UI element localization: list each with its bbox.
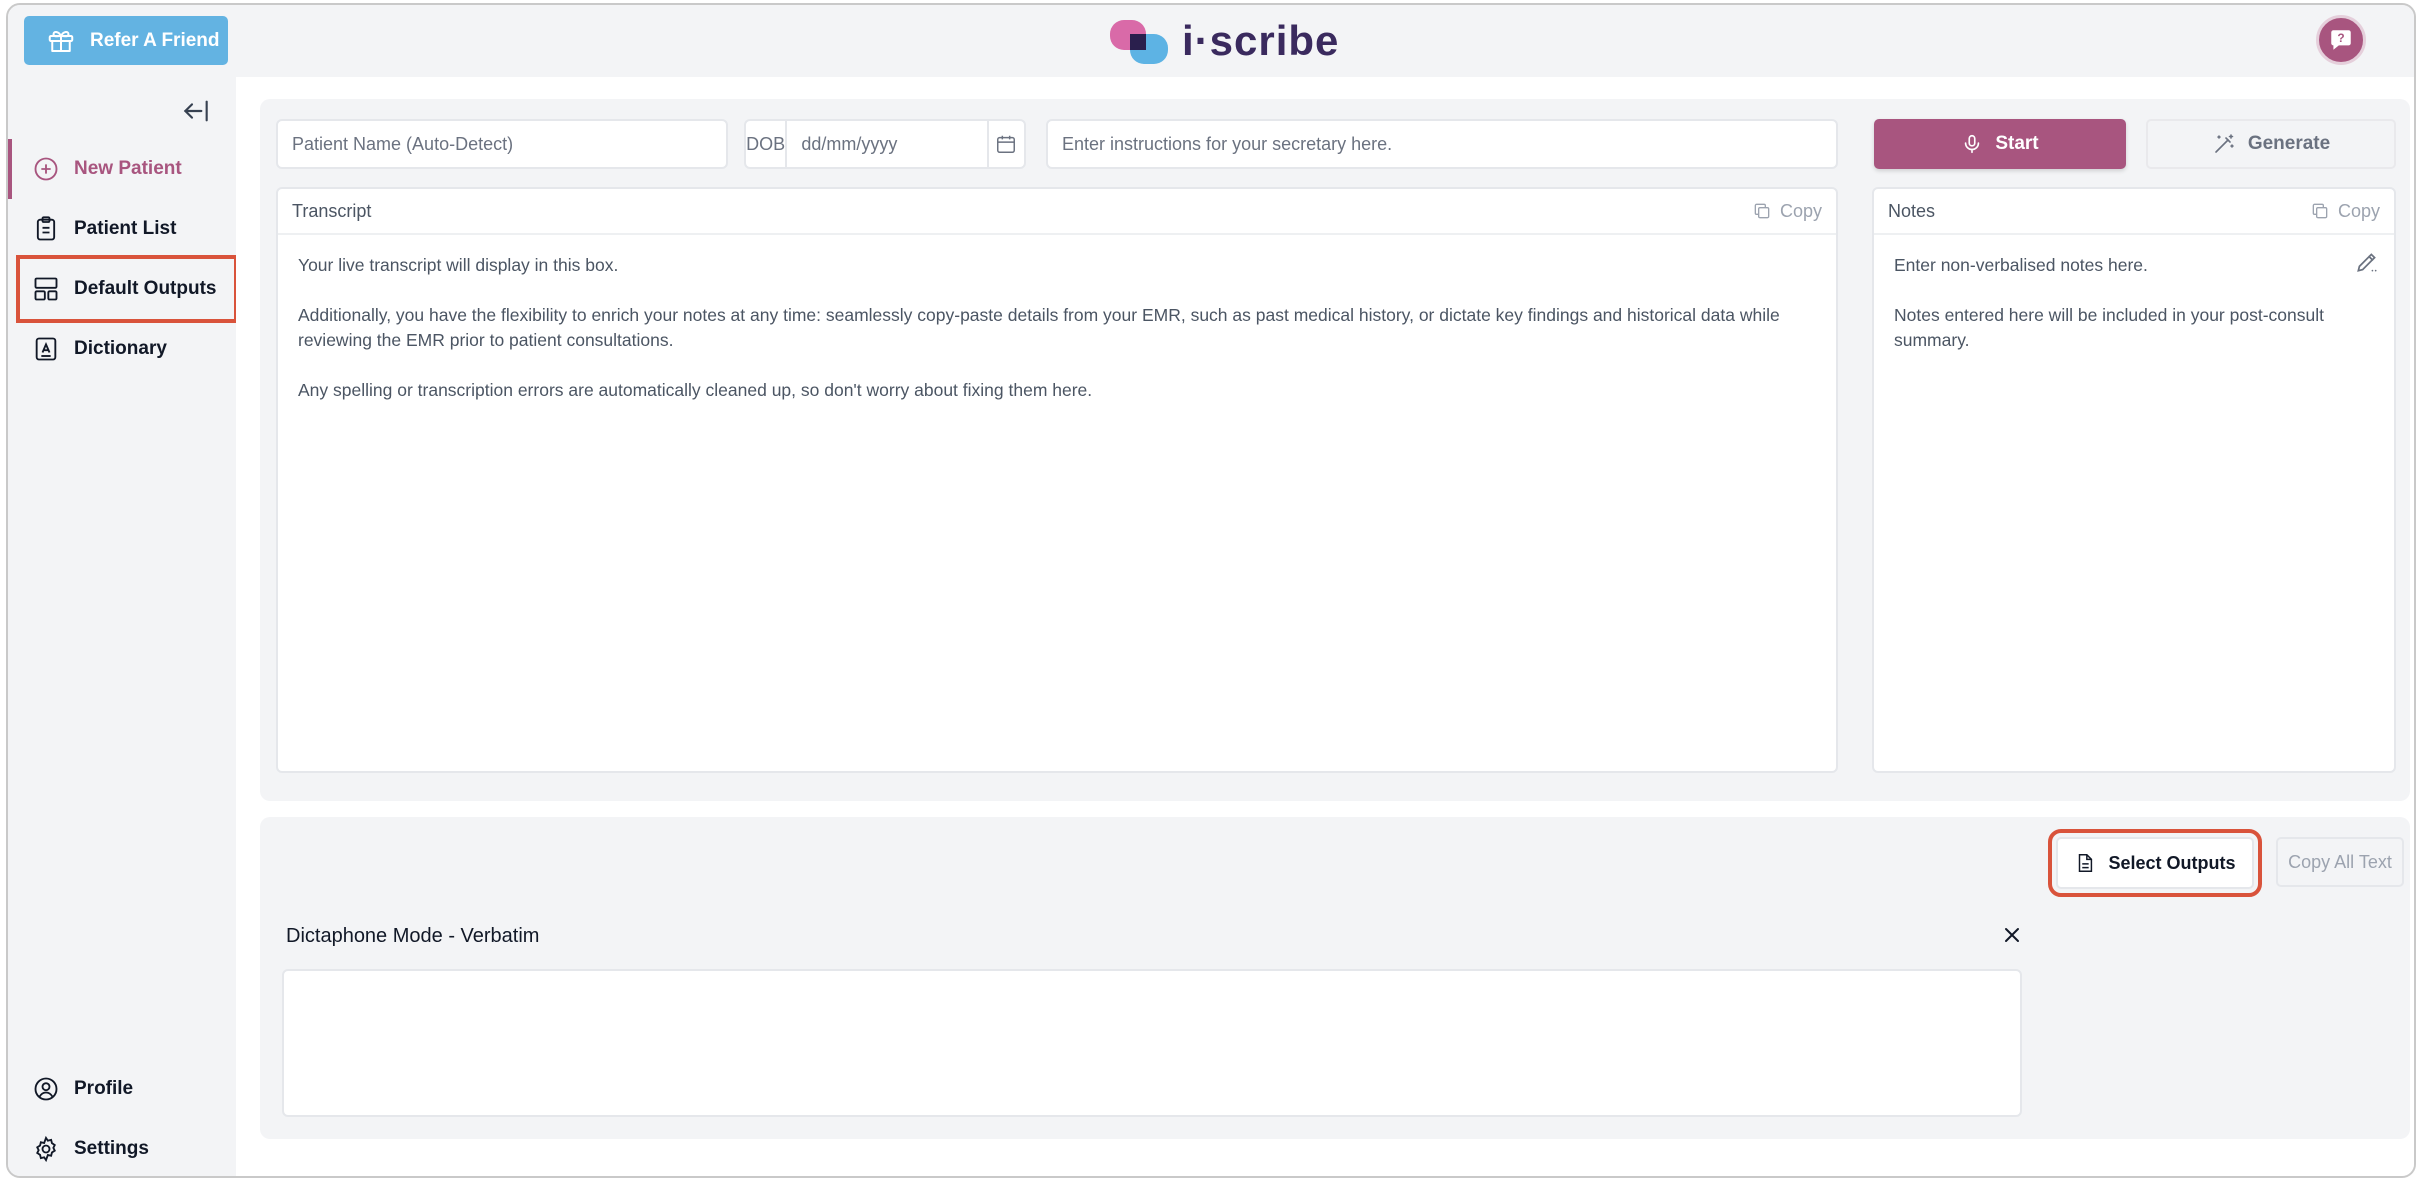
select-outputs-label: Select Outputs <box>2108 852 2236 873</box>
app-logo: i·scribe <box>1108 15 1339 67</box>
outputs-panel: Select Outputs Copy All Text Dictaphone … <box>260 817 2410 1139</box>
svg-text:?: ? <box>2337 31 2344 45</box>
layout-icon <box>34 277 58 301</box>
sidebar-item-settings[interactable]: Settings <box>8 1119 236 1176</box>
calendar-button[interactable] <box>986 121 1024 167</box>
generate-label: Generate <box>2247 133 2331 154</box>
dob-input[interactable] <box>787 121 987 167</box>
patient-name-input[interactable] <box>278 121 726 167</box>
copy-all-label: Copy All Text <box>2288 851 2392 872</box>
close-icon[interactable] <box>2000 923 2024 947</box>
transcript-copy-button[interactable]: Copy <box>1752 201 1822 222</box>
sidebar: New Patient Patient List Default Outputs… <box>8 77 238 1176</box>
copy-label: Copy <box>2337 200 2380 221</box>
dob-label: DOB <box>746 121 788 167</box>
dob-field[interactable]: DOB <box>744 119 1026 169</box>
start-label: Start <box>1995 133 2039 154</box>
sidebar-item-label: Settings <box>74 1138 149 1159</box>
magic-wand-icon <box>2215 134 2234 153</box>
main-content: DOB Start <box>236 77 2414 1176</box>
logo-text: i·scribe <box>1182 17 1340 64</box>
start-button[interactable]: Start <box>1874 119 2126 169</box>
notes-title: Notes <box>1888 200 1936 221</box>
output-text-box[interactable] <box>282 969 2022 1117</box>
collapse-left-icon[interactable] <box>180 95 212 127</box>
sidebar-item-label: Profile <box>74 1078 134 1099</box>
transcript-box[interactable]: Transcript Copy Your live transcript wil… <box>276 187 1838 773</box>
sidebar-item-label: Default Outputs <box>74 278 217 299</box>
notes-paragraph: Enter non-verbalised notes here. <box>1894 255 2148 275</box>
app-window: Refer A Friend i·scribe ? New Patient Pa… <box>6 3 2416 1178</box>
sidebar-item-patient-list[interactable]: Patient List <box>8 199 236 259</box>
sidebar-item-default-outputs[interactable]: Default Outputs <box>16 255 238 323</box>
notes-box[interactable]: Notes Copy Enter non-verbalised notes he… <box>1872 187 2396 773</box>
patient-name-field[interactable] <box>276 119 728 169</box>
transcript-title: Transcript <box>292 200 372 221</box>
top-bar: Refer A Friend i·scribe ? <box>8 5 2414 77</box>
sidebar-item-label: Dictionary <box>74 338 167 359</box>
sidebar-item-new-patient[interactable]: New Patient <box>8 139 236 199</box>
plus-circle-icon <box>34 157 58 181</box>
gear-icon <box>36 1135 56 1163</box>
clipboard-icon <box>36 216 56 241</box>
sidebar-item-label: New Patient <box>74 158 182 179</box>
sidebar-item-label: Patient List <box>74 218 177 239</box>
logo-mark <box>1108 16 1170 66</box>
sidebar-item-profile[interactable]: Profile <box>8 1059 236 1119</box>
microphone-icon <box>1965 134 1980 154</box>
output-title: Dictaphone Mode - Verbatim <box>286 925 540 947</box>
select-outputs-button[interactable]: Select Outputs <box>2048 829 2262 897</box>
transcript-paragraph: Any spelling or transcription errors are… <box>298 380 1093 400</box>
generate-button[interactable]: Generate <box>2146 119 2396 169</box>
copy-label: Copy <box>1779 200 1822 221</box>
user-circle-icon <box>34 1077 58 1101</box>
refer-label: Refer A Friend <box>90 29 220 51</box>
instructions-field[interactable] <box>1046 119 1838 169</box>
copy-all-text-button[interactable]: Copy All Text <box>2276 837 2404 887</box>
document-icon <box>2079 854 2093 872</box>
recording-panel: DOB Start <box>260 99 2410 801</box>
help-chat-icon: ? <box>2331 30 2351 50</box>
help-button[interactable]: ? <box>2316 15 2366 65</box>
edit-pencil-icon[interactable] <box>2354 249 2380 275</box>
notes-content[interactable]: Enter non-verbalised notes here. Notes e… <box>1874 235 2394 396</box>
notes-copy-button[interactable]: Copy <box>2310 201 2380 222</box>
instructions-input[interactable] <box>1048 121 1836 167</box>
notes-header: Notes Copy <box>1874 189 2394 235</box>
transcript-header: Transcript Copy <box>278 189 1836 235</box>
calendar-icon <box>997 135 1016 153</box>
transcript-paragraph: Additionally, you have the flexibility t… <box>298 305 1780 350</box>
sidebar-item-dictionary[interactable]: Dictionary <box>8 319 236 379</box>
copy-icon <box>1754 203 1770 219</box>
gift-icon <box>48 30 74 52</box>
transcript-content[interactable]: Your live transcript will display in thi… <box>278 235 1836 446</box>
copy-icon <box>2312 203 2328 219</box>
dictionary-icon <box>35 337 57 361</box>
notes-paragraph: Notes entered here will be included in y… <box>1894 305 2324 350</box>
refer-a-friend-button[interactable]: Refer A Friend <box>24 16 228 65</box>
transcript-paragraph: Your live transcript will display in thi… <box>298 255 619 275</box>
